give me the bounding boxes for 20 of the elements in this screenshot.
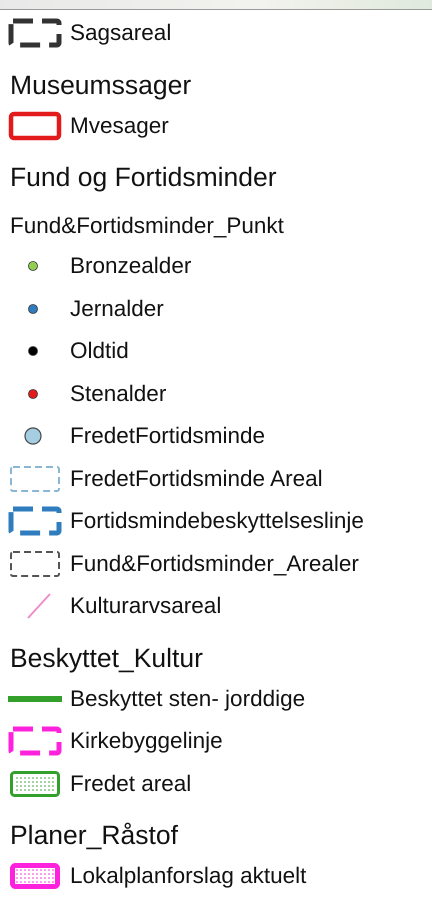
layer-label: Bronzealder [70,253,192,280]
layer-label: Stenalder [70,380,166,407]
layer-label: Mvesager [70,112,169,139]
group-title: Museumssager [10,70,192,100]
layer-label: Kulturarvsareal [70,593,222,620]
layer-label: Kirkebyggelinje [70,728,223,754]
group-title: Planer_Råstof [10,820,178,851]
layer-label: Jernalder [70,296,164,322]
group-title: Fund og Fortidsminder [10,162,277,193]
group-title: Beskyttet_Kultur [10,642,203,674]
layer-label: Fortidsmindebeskyttelseslinje [70,508,364,534]
layer-label: Lokalplanforslag aktuelt [70,863,306,890]
layer-label: Sagsareal [70,20,172,46]
layer-label: Fund&Fortidsminder_Arealer [70,550,359,577]
subgroup-title: Fund&Fortidsminder_Punkt [10,213,284,239]
layer-label: Beskyttet sten- jorddige [70,686,306,712]
layer-label: FredetFortidsminde [70,423,266,450]
layer-label: Fredet areal [70,770,192,797]
layer-label: Oldtid [70,338,129,364]
layer-label: FredetFortidsminde Areal [70,466,323,492]
